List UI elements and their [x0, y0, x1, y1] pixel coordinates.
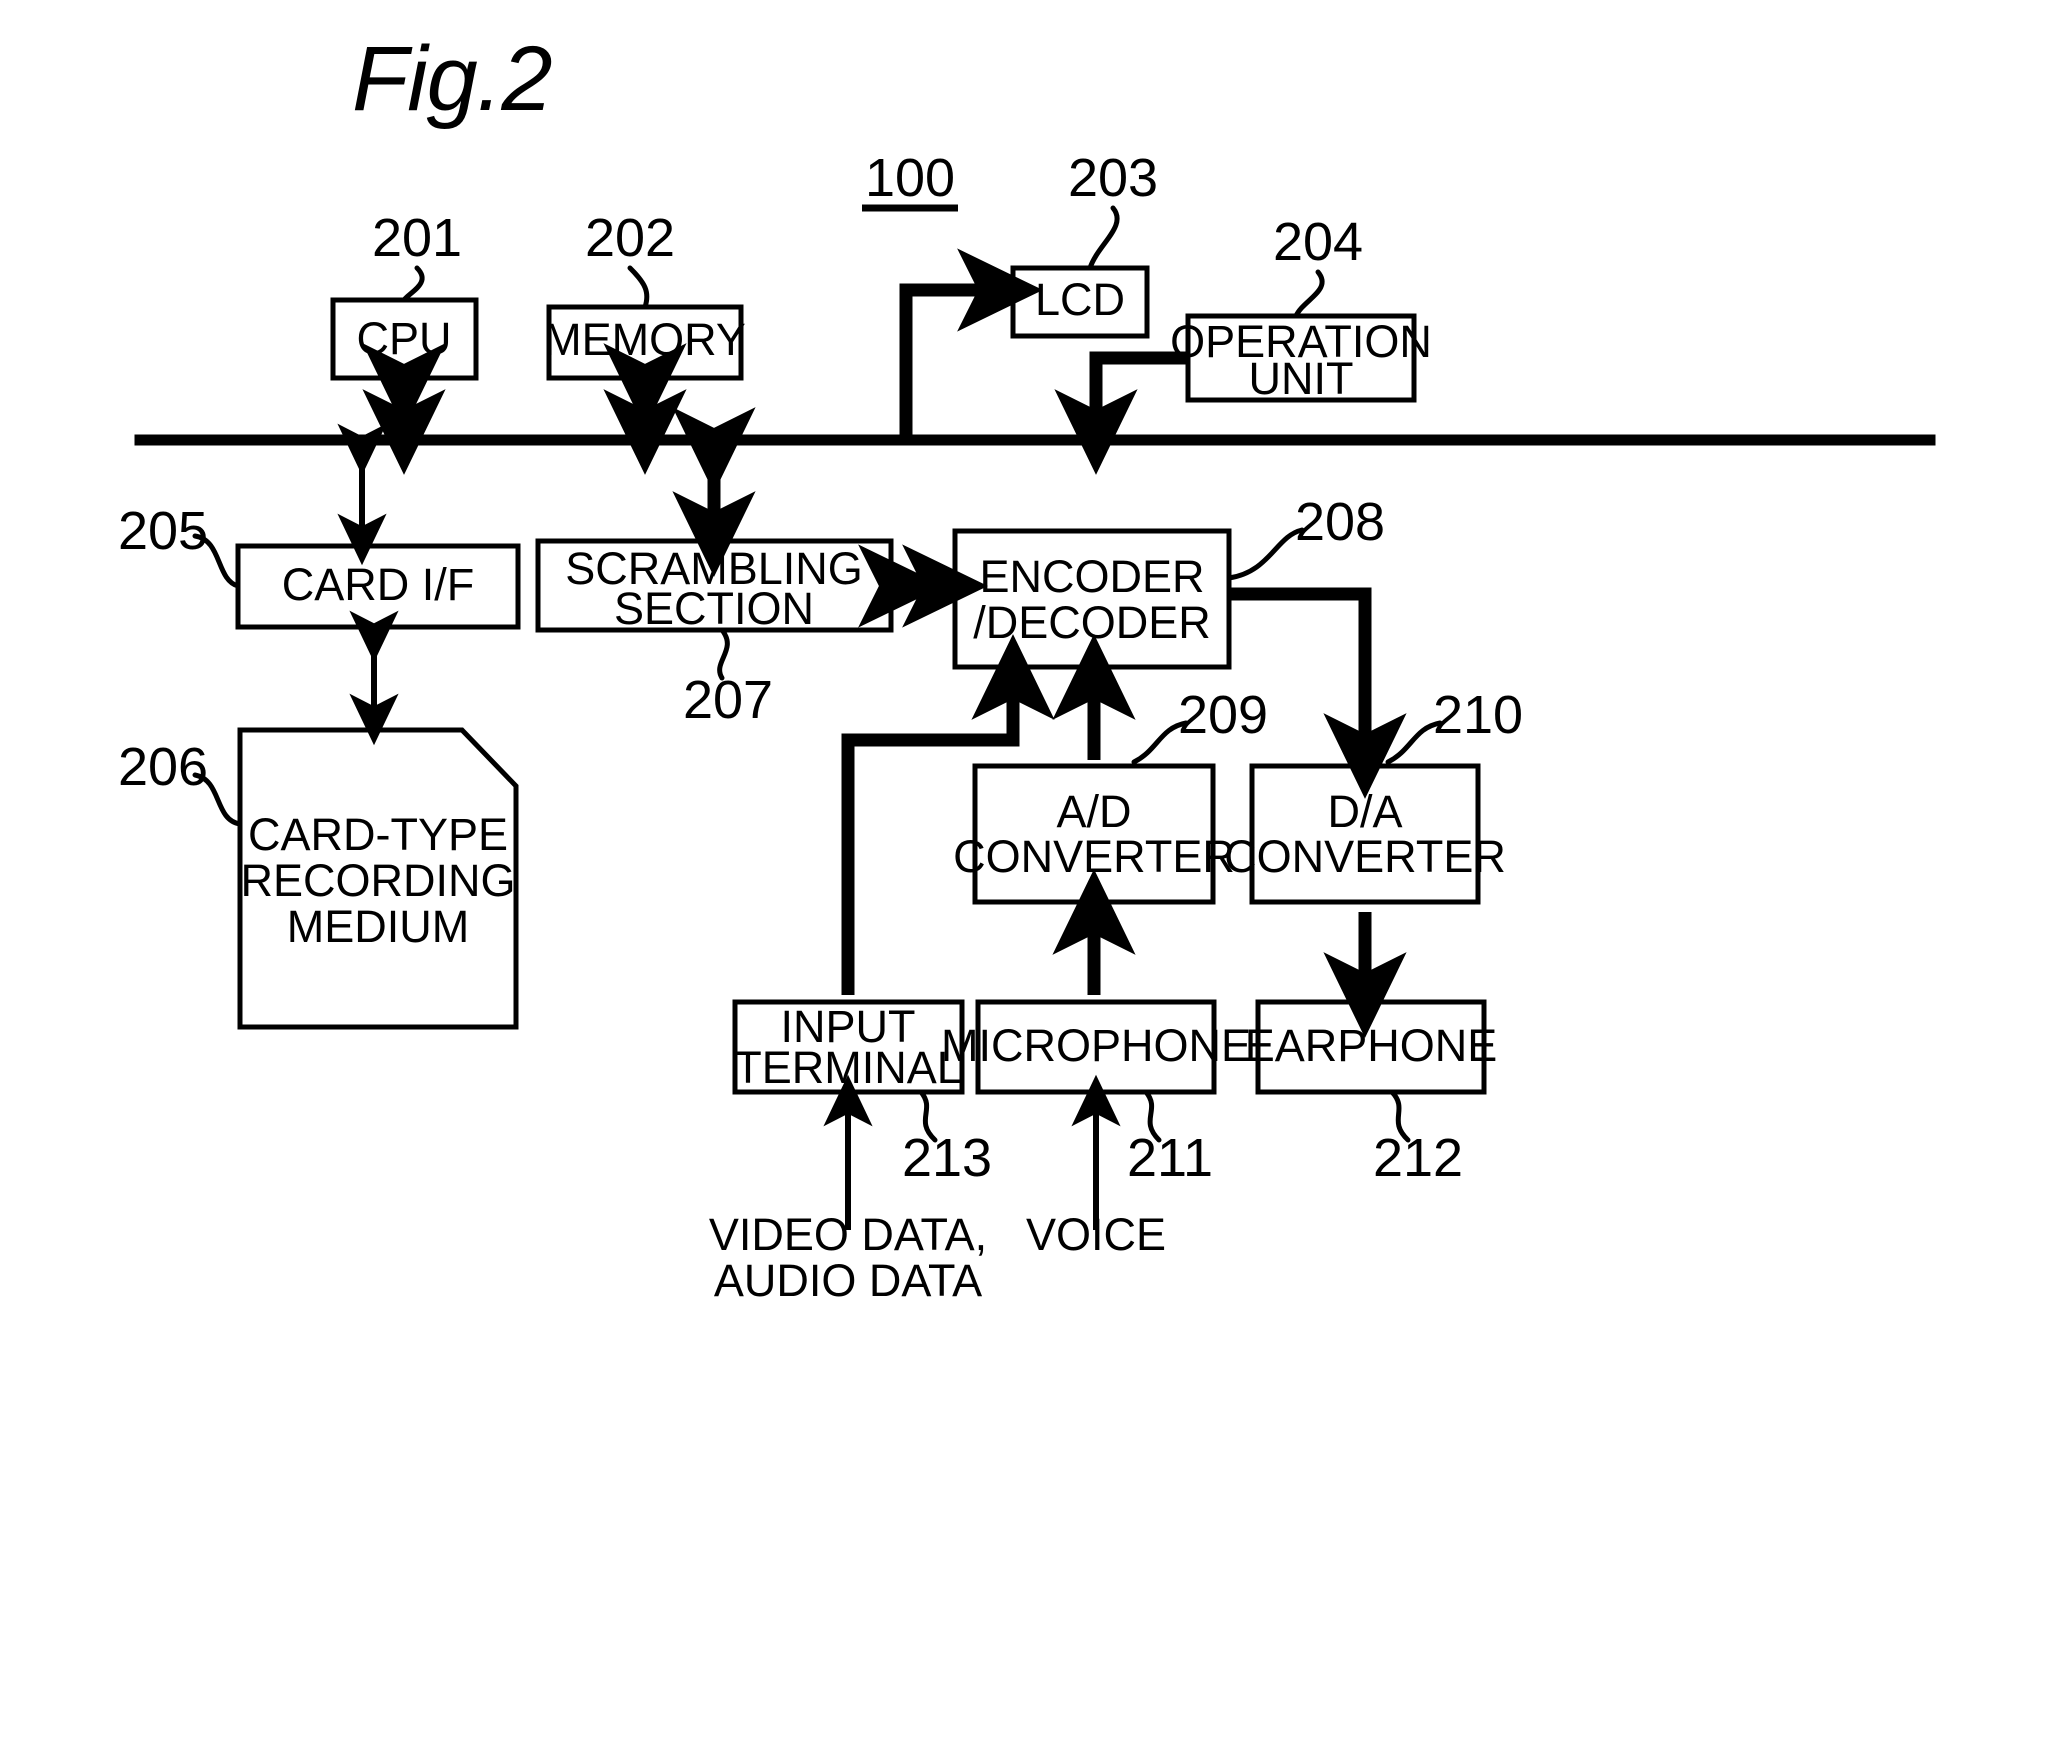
connector-operation-unit-bus — [1054, 351, 1188, 475]
block-earphone-label: EARPHONE — [1245, 1020, 1498, 1071]
block-dac-label-line2: CONVERTER — [1224, 831, 1506, 882]
block-cpu-label: CPU — [356, 313, 451, 364]
block-card-media-label-line2: RECORDING — [240, 855, 515, 906]
block-microphone-label: MICROPHONE — [941, 1020, 1251, 1071]
ref-208: 208 — [1295, 492, 1385, 552]
label-voice: VOICE — [1026, 1209, 1166, 1260]
block-input-terminal-label-line2: TERMINAL — [734, 1042, 962, 1093]
ref-202: 202 — [585, 208, 675, 268]
label-video-audio-line2: AUDIO DATA — [714, 1255, 982, 1306]
block-codec-label-line1: ENCODER — [979, 551, 1204, 602]
block-card-media-label-line1: CARD-TYPE — [248, 809, 508, 860]
leader-202 — [627, 265, 650, 310]
ref-209: 209 — [1178, 685, 1268, 745]
block-memory-label: MEMORY — [544, 314, 746, 365]
patent-figure-2: Fig.2 100 CPU 201 MEMORY 202 LCD 203 OPE… — [0, 0, 2071, 1755]
block-scrambling-label-line2: SECTION — [614, 583, 814, 634]
ref-203: 203 — [1068, 148, 1158, 208]
ref-205: 205 — [118, 501, 208, 561]
leader-203 — [1087, 205, 1120, 271]
leader-201 — [401, 265, 425, 303]
ref-201: 201 — [372, 208, 462, 268]
ref-210: 210 — [1433, 685, 1523, 745]
ref-213: 213 — [902, 1128, 992, 1188]
label-video-audio-line1: VIDEO DATA, — [709, 1209, 987, 1260]
connector-bus-lcd — [899, 248, 1043, 440]
block-diagram-canvas: Fig.2 100 CPU 201 MEMORY 202 LCD 203 OPE… — [118, 28, 1936, 1306]
block-codec-label-line2: /DECODER — [973, 597, 1211, 648]
figure-title: Fig.2 — [352, 28, 552, 130]
block-card-media-label-line3: MEDIUM — [287, 901, 469, 952]
system-ref-number: 100 — [865, 148, 955, 208]
ref-211: 211 — [1127, 1128, 1213, 1188]
block-adc-label-line1: A/D — [1056, 786, 1131, 837]
block-dac-label-line1: D/A — [1327, 786, 1402, 837]
ref-212: 212 — [1373, 1128, 1463, 1188]
block-card-if-label: CARD I/F — [282, 559, 475, 610]
ref-207: 207 — [683, 670, 773, 730]
leader-208 — [1226, 527, 1305, 581]
ref-206: 206 — [118, 737, 208, 797]
block-lcd-label: LCD — [1035, 274, 1125, 325]
ref-204: 204 — [1273, 212, 1363, 272]
leader-204 — [1293, 269, 1325, 319]
block-adc-label-line2: CONVERTER — [953, 831, 1235, 882]
block-operation-unit-label-line2: UNIT — [1249, 353, 1354, 404]
